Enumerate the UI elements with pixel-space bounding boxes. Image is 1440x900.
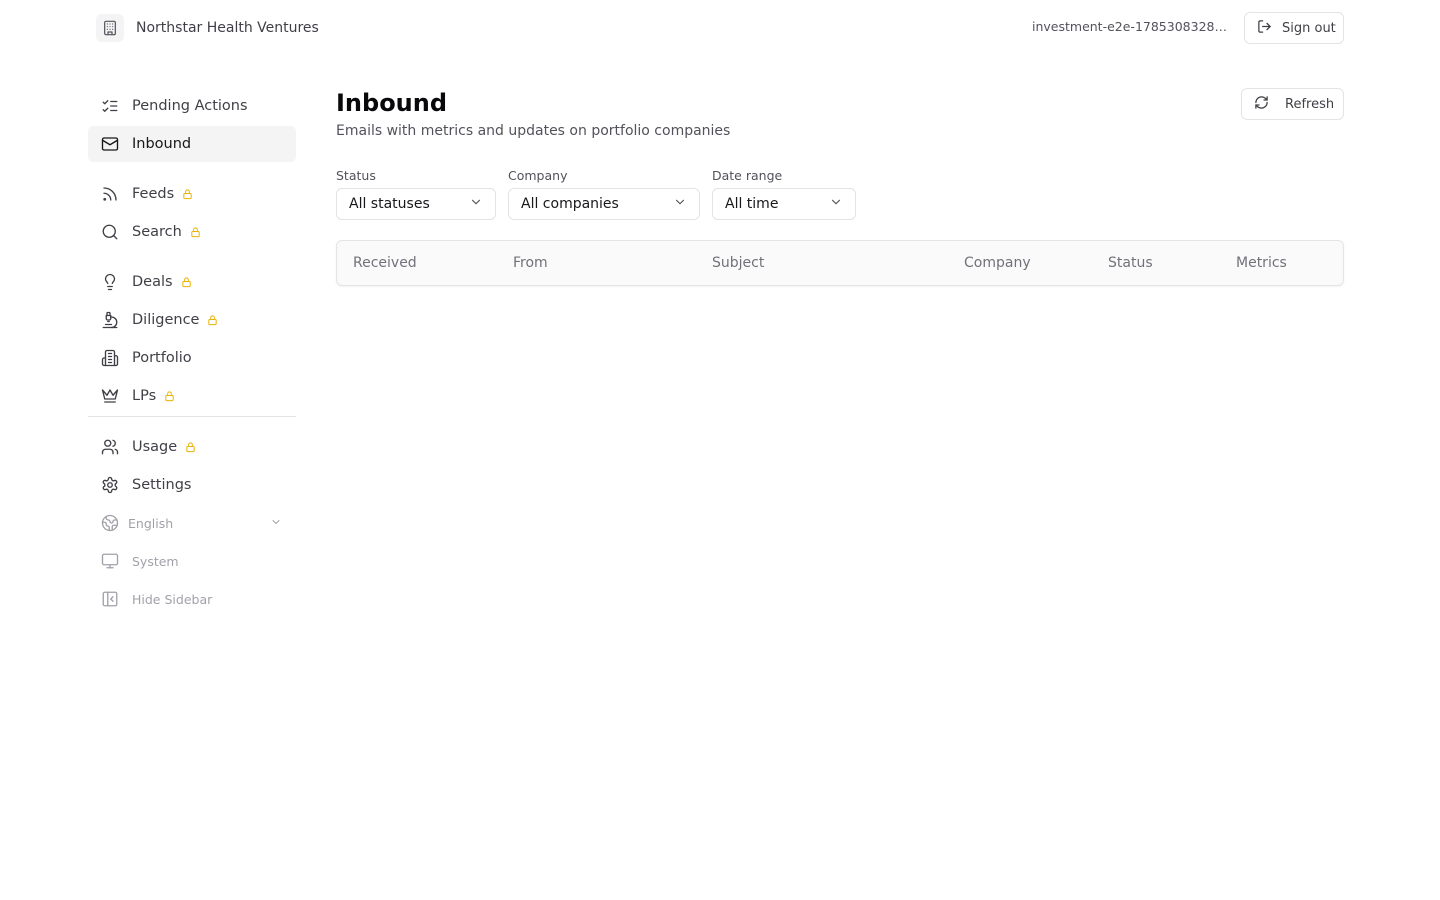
- lock-icon: [190, 226, 201, 238]
- mail-icon: [100, 134, 120, 154]
- chevron-down-icon: [673, 195, 687, 213]
- sidebar-item-feeds[interactable]: Feeds: [88, 176, 296, 212]
- top-bar: Northstar Health Ventures investment-e2e…: [0, 0, 1440, 56]
- building-icon: [96, 14, 124, 42]
- sidebar-item-label: Usage: [132, 439, 178, 455]
- sidebar-item-label: Search: [132, 224, 182, 240]
- sidebar-item-inbound[interactable]: Inbound: [88, 126, 296, 162]
- sidebar-item-label: Portfolio: [132, 350, 192, 366]
- theme-toggle[interactable]: System: [88, 543, 296, 579]
- sidebar-item-search[interactable]: Search: [88, 214, 296, 250]
- lock-icon: [182, 188, 193, 200]
- sidebar-item-pending-actions[interactable]: Pending Actions: [88, 88, 296, 124]
- refresh-label: Refresh: [1285, 96, 1335, 112]
- theme-label: System: [132, 553, 179, 569]
- status-select-value: All statuses: [349, 196, 430, 212]
- main-content: Inbound Emails with metrics and updates …: [336, 86, 1344, 286]
- date-range-select[interactable]: All time: [712, 188, 856, 220]
- list-checks-icon: [100, 96, 120, 116]
- sign-out-label: Sign out: [1282, 20, 1336, 36]
- monitor-icon: [100, 551, 120, 571]
- hide-sidebar-label: Hide Sidebar: [132, 591, 213, 607]
- sidebar-divider: [88, 416, 296, 417]
- chevron-down-icon: [270, 516, 282, 531]
- sidebar-item-portfolio[interactable]: Portfolio: [88, 340, 296, 376]
- company-select-value: All companies: [521, 196, 619, 212]
- building-icon: [100, 348, 120, 368]
- gear-icon: [100, 475, 120, 495]
- column-header-received[interactable]: Received: [353, 255, 417, 271]
- search-icon: [100, 222, 120, 242]
- column-header-subject[interactable]: Subject: [712, 255, 764, 271]
- sidebar-item-label: Feeds: [132, 186, 175, 202]
- sidebar-item-usage[interactable]: Usage: [88, 429, 296, 465]
- company-filter-label: Company: [508, 168, 568, 183]
- sidebar-item-label: LPs: [132, 388, 157, 404]
- org-switcher[interactable]: Northstar Health Ventures: [96, 14, 319, 42]
- sidebar-item-diligence[interactable]: Diligence: [88, 302, 296, 338]
- chevron-down-icon: [469, 195, 483, 213]
- page-subtitle: Emails with metrics and updates on portf…: [336, 123, 731, 139]
- hide-sidebar-button[interactable]: Hide Sidebar: [88, 581, 296, 617]
- panel-left-close-icon: [100, 589, 120, 609]
- chevron-down-icon: [829, 195, 843, 213]
- lock-icon: [207, 314, 218, 326]
- language-label: English: [128, 515, 174, 531]
- column-header-metrics[interactable]: Metrics: [1236, 255, 1287, 271]
- log-out-icon: [1257, 19, 1272, 38]
- sidebar-item-label: Inbound: [132, 136, 192, 152]
- sidebar-item-label: Pending Actions: [132, 98, 248, 114]
- sidebar-item-deals[interactable]: Deals: [88, 264, 296, 300]
- sidebar-item-settings[interactable]: Settings: [88, 467, 296, 503]
- date-range-filter: Date range All time: [712, 168, 856, 220]
- user-id: investment-e2e-17853083287...: [1032, 19, 1230, 34]
- inbound-table: Received From Subject Company Status Met…: [336, 240, 1344, 286]
- refresh-button[interactable]: Refresh: [1241, 88, 1344, 120]
- page-title: Inbound: [336, 89, 448, 117]
- company-filter: Company All companies: [508, 168, 700, 220]
- status-filter-label: Status: [336, 168, 376, 183]
- sidebar-item-label: Deals: [132, 274, 173, 290]
- sidebar-item-lps[interactable]: LPs: [88, 378, 296, 414]
- column-header-company[interactable]: Company: [964, 255, 1031, 271]
- crown-icon: [100, 386, 120, 406]
- company-select[interactable]: All companies: [508, 188, 700, 220]
- column-header-status[interactable]: Status: [1108, 255, 1153, 271]
- language-select[interactable]: English: [88, 505, 296, 541]
- status-select[interactable]: All statuses: [336, 188, 496, 220]
- refresh-icon: [1254, 95, 1269, 114]
- sign-out-button[interactable]: Sign out: [1244, 12, 1344, 44]
- lock-icon: [181, 276, 192, 288]
- microscope-icon: [100, 310, 120, 330]
- rss-icon: [100, 184, 120, 204]
- org-name: Northstar Health Ventures: [136, 20, 319, 36]
- sidebar: Pending Actions Inbound Feeds Search Dea…: [88, 86, 296, 617]
- filter-bar: Status All statuses Company All companie…: [336, 168, 868, 220]
- sidebar-item-label: Settings: [132, 477, 192, 493]
- globe-icon: [100, 513, 120, 533]
- lock-icon: [164, 390, 175, 402]
- lock-icon: [185, 441, 196, 453]
- users-icon: [100, 437, 120, 457]
- date-range-filter-label: Date range: [712, 168, 783, 183]
- sidebar-item-label: Diligence: [132, 312, 200, 328]
- status-filter: Status All statuses: [336, 168, 496, 220]
- lightbulb-icon: [100, 272, 120, 292]
- column-header-from[interactable]: From: [513, 255, 548, 271]
- date-range-select-value: All time: [725, 196, 779, 212]
